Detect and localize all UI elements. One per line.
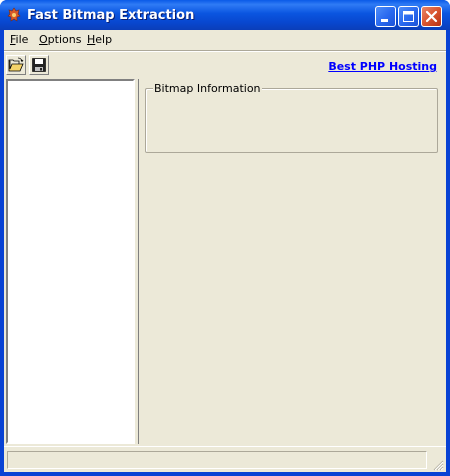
close-button[interactable] <box>421 6 442 27</box>
app-icon[interactable] <box>7 7 21 23</box>
status-pane <box>7 451 427 469</box>
resize-grip-icon[interactable] <box>432 459 444 471</box>
menu-bar: File Options Help <box>4 30 446 50</box>
save-button[interactable] <box>29 55 49 75</box>
bitmap-tree-view[interactable] <box>6 79 135 444</box>
menu-options-rest: ptions <box>47 33 82 46</box>
menu-help-rest: elp <box>95 33 113 46</box>
open-button[interactable] <box>6 55 26 75</box>
menu-file-rest: ile <box>15 33 29 46</box>
group-label: Bitmap Information <box>153 82 262 95</box>
menu-help[interactable]: Help <box>87 33 112 46</box>
menu-separator <box>4 50 446 52</box>
close-icon <box>425 10 438 23</box>
maximize-button[interactable] <box>398 6 419 27</box>
toolbar: Best PHP Hosting <box>4 53 446 77</box>
maximize-icon <box>403 11 414 22</box>
best-php-hosting-link[interactable]: Best PHP Hosting <box>328 60 437 73</box>
details-panel: Bitmap Information <box>138 79 444 444</box>
menu-options-accel: O <box>39 33 48 46</box>
minimize-button[interactable] <box>375 6 396 27</box>
floppy-disk-icon <box>32 58 46 72</box>
folder-open-icon <box>8 57 24 72</box>
menu-options[interactable]: Options <box>39 33 81 46</box>
minimize-icon <box>381 19 388 22</box>
app-window: Fast Bitmap Extraction File Options Help <box>0 0 450 476</box>
client-area: File Options Help Best PHP Hosting Bitma… <box>4 30 446 472</box>
bitmap-information-group: Bitmap Information <box>145 82 438 153</box>
window-title: Fast Bitmap Extraction <box>27 8 195 23</box>
status-bar <box>4 446 446 473</box>
title-bar[interactable]: Fast Bitmap Extraction <box>0 0 450 30</box>
menu-file[interactable]: File <box>10 33 28 46</box>
